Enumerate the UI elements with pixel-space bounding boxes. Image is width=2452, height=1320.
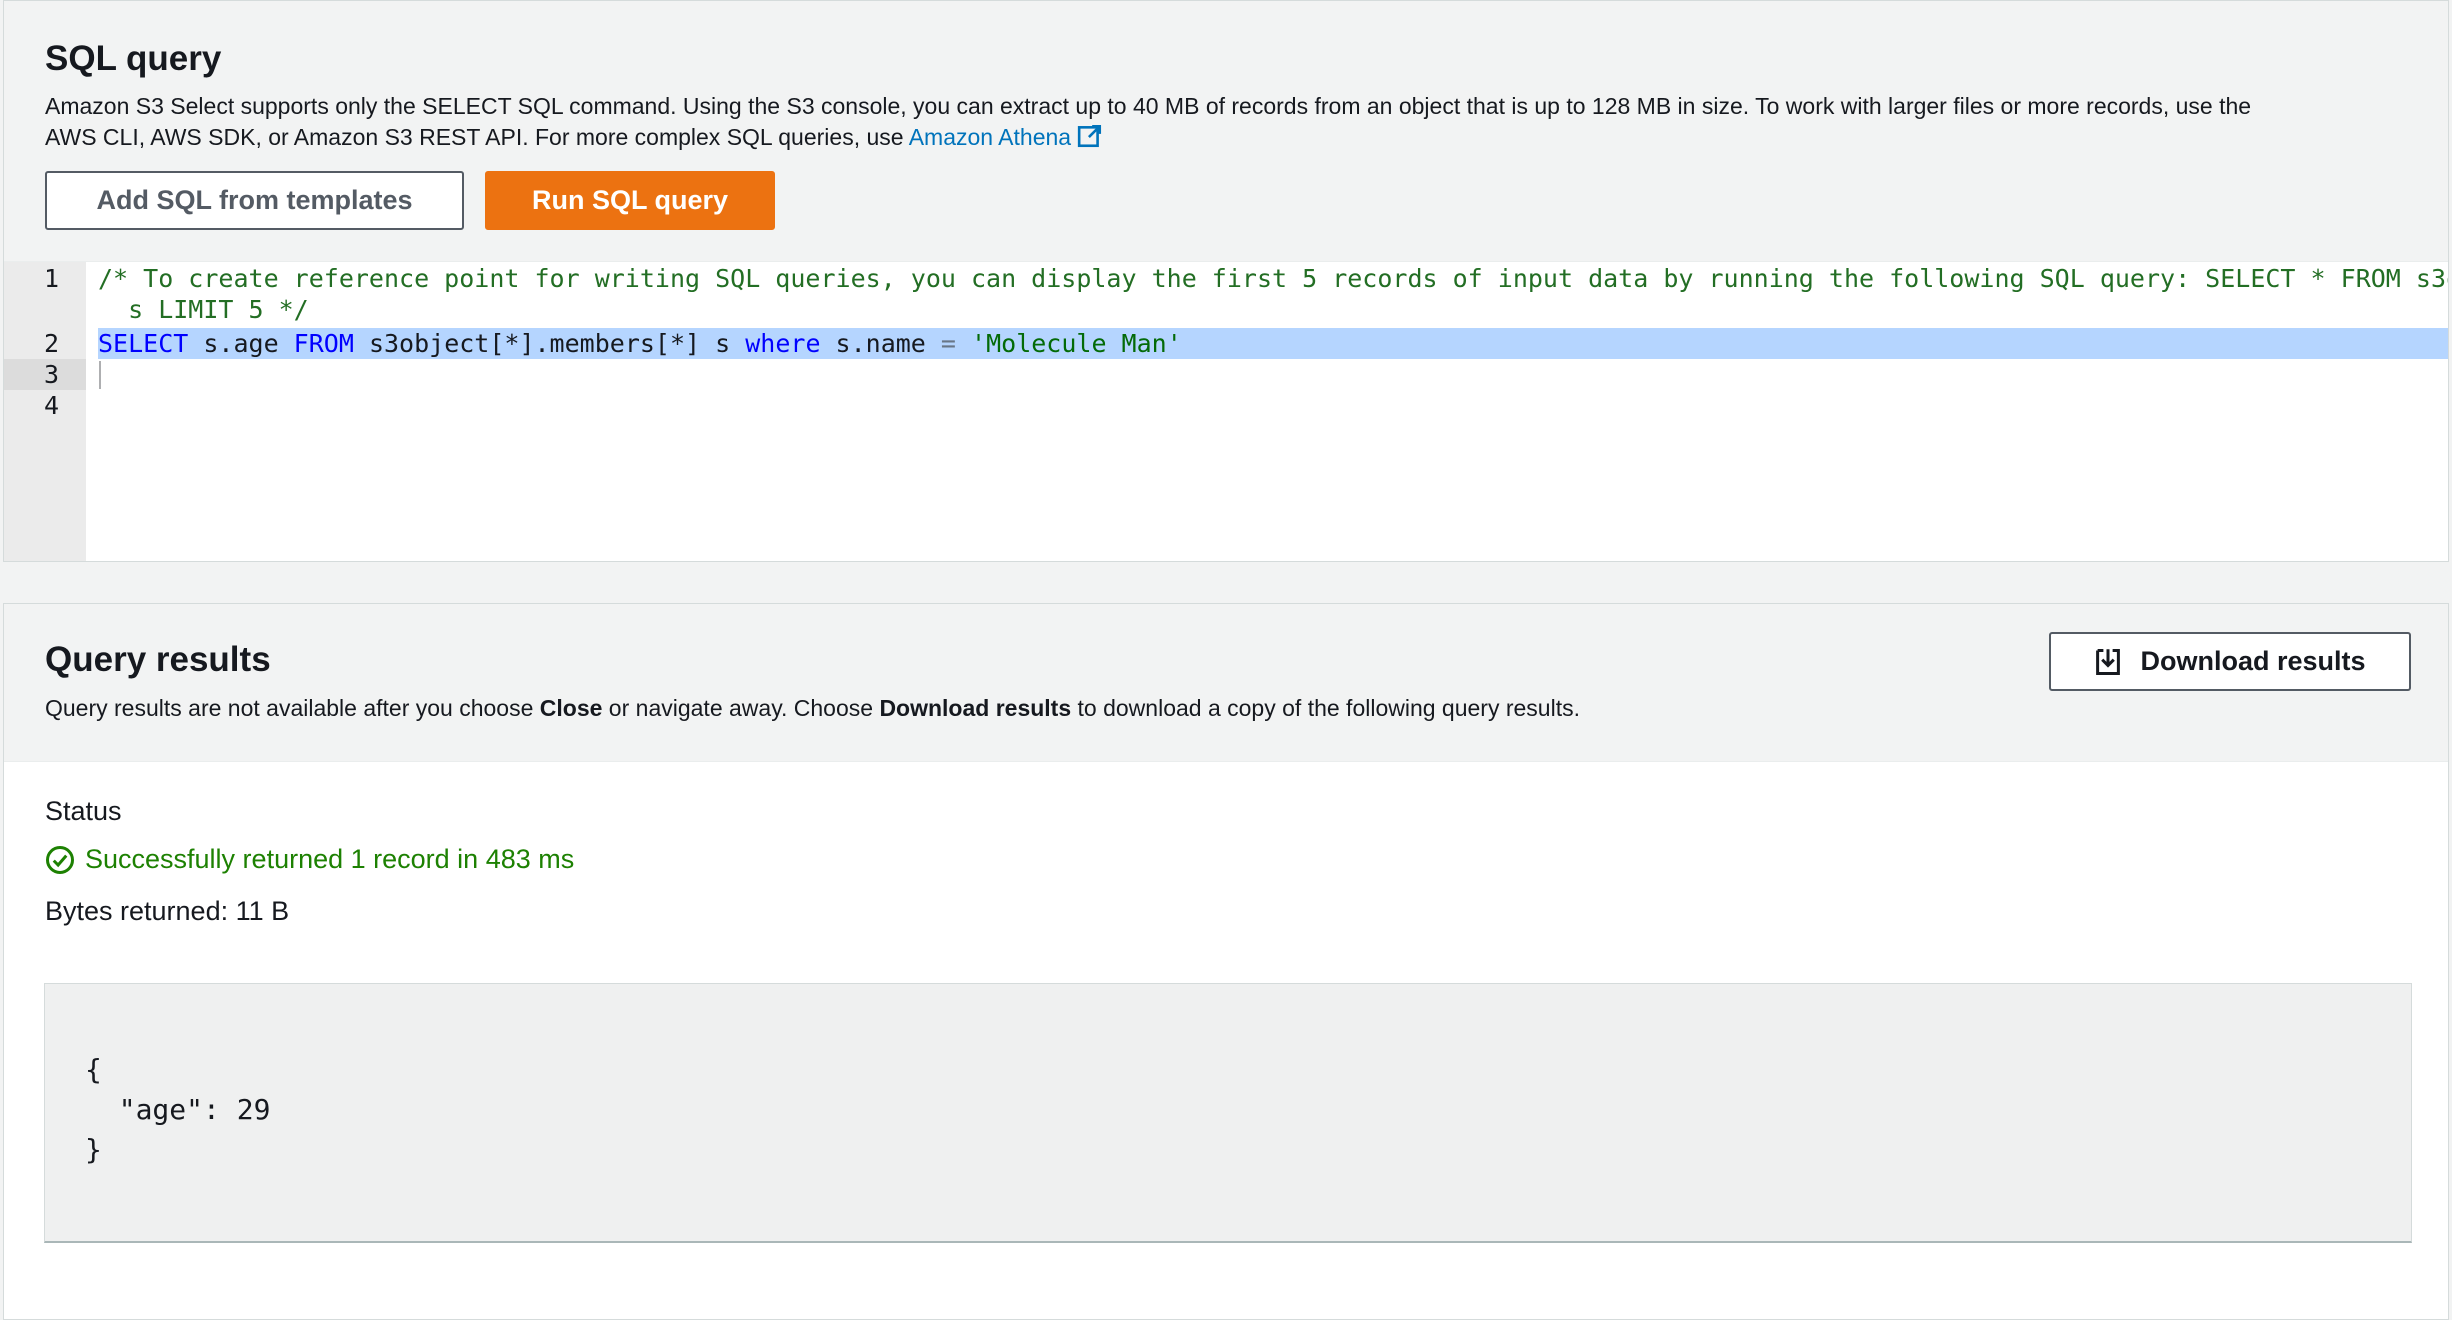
json-line: { (85, 1053, 102, 1086)
athena-link-label: Amazon Athena (908, 124, 1072, 150)
check-circle-icon (45, 845, 85, 875)
bytes-returned: Bytes returned: 11 B (45, 896, 290, 926)
desc-bold-download: Download results (879, 695, 1072, 721)
code-line-2: SELECT s.age FROM s3object[*].members[*]… (98, 328, 1182, 359)
download-icon (2094, 647, 2122, 677)
results-header: Query results Query results are not avai… (4, 604, 2448, 762)
sql-query-title: SQL query (45, 39, 222, 78)
download-results-label: Download results (2140, 646, 2366, 676)
code-line-1a: /* To create reference point for writing… (98, 264, 2449, 293)
json-line: "age": 29 (85, 1093, 271, 1126)
sql-keyword: where (745, 329, 821, 358)
result-json-box: { "age": 29 } (44, 983, 2412, 1243)
sql-query-panel: SQL query Amazon S3 Select supports only… (3, 0, 2449, 562)
description-line-2: AWS CLI, AWS SDK, or Amazon S3 REST API.… (45, 124, 909, 150)
line-number-active: 3 (4, 359, 86, 390)
sql-text: s3object[*].members[*] s (353, 329, 746, 358)
run-sql-query-button[interactable]: Run SQL query (485, 171, 775, 230)
line-number: 1 (44, 264, 60, 293)
sql-operator: = (940, 329, 956, 358)
download-results-button[interactable]: Download results (2049, 632, 2411, 691)
description-line-1: Amazon S3 Select supports only the SELEC… (45, 93, 2252, 119)
sql-editor[interactable]: 1 2 3 4 /* To create reference point for… (4, 261, 2449, 561)
add-sql-from-templates-button[interactable]: Add SQL from templates (45, 171, 464, 230)
desc-text: Query results are not available after yo… (45, 695, 540, 721)
sql-query-description: Amazon S3 Select supports only the SELEC… (45, 91, 2251, 157)
json-line: } (85, 1133, 102, 1166)
query-results-title: Query results (45, 640, 271, 679)
sql-keyword: FROM (293, 329, 354, 358)
status-label: Status (45, 796, 122, 826)
sql-string: 'Molecule Man' (971, 329, 1182, 358)
desc-text: to download a copy of the following quer… (1071, 695, 1580, 721)
desc-bold-close: Close (539, 695, 603, 721)
query-results-description: Query results are not available after yo… (45, 693, 1580, 724)
sql-keyword: SELECT (98, 329, 189, 358)
editor-gutter: 1 2 3 4 (4, 262, 86, 561)
athena-link[interactable]: Amazon Athena (909, 124, 1103, 150)
line-number: 4 (44, 391, 60, 420)
text-cursor (99, 361, 101, 389)
status-text: Successfully returned 1 record in 483 ms (85, 844, 575, 874)
status-success: Successfully returned 1 record in 483 ms (45, 844, 574, 875)
sql-text: s.name (820, 329, 941, 358)
desc-text: or navigate away. Choose (602, 695, 880, 721)
code-line-1b: s LIMIT 5 */ (98, 295, 309, 324)
line-number: 2 (44, 329, 60, 358)
external-link-icon (1077, 123, 1103, 157)
sql-text: s.age (188, 329, 294, 358)
query-results-panel: Query results Query results are not avai… (3, 603, 2449, 1320)
